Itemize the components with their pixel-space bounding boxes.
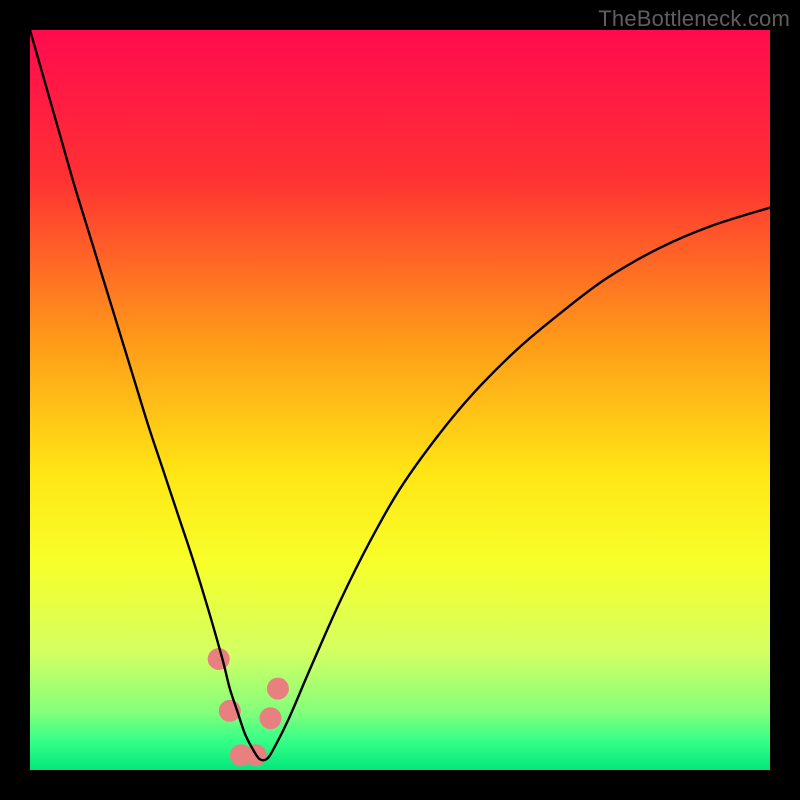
bottleneck-curve	[30, 30, 770, 760]
plot-area	[30, 30, 770, 770]
chart-frame: TheBottleneck.com	[0, 0, 800, 800]
watermark-text: TheBottleneck.com	[598, 6, 790, 32]
marker-left-a	[208, 648, 230, 670]
marker-right-b	[267, 678, 289, 700]
curve-layer	[30, 30, 770, 770]
marker-right-a	[260, 707, 282, 729]
